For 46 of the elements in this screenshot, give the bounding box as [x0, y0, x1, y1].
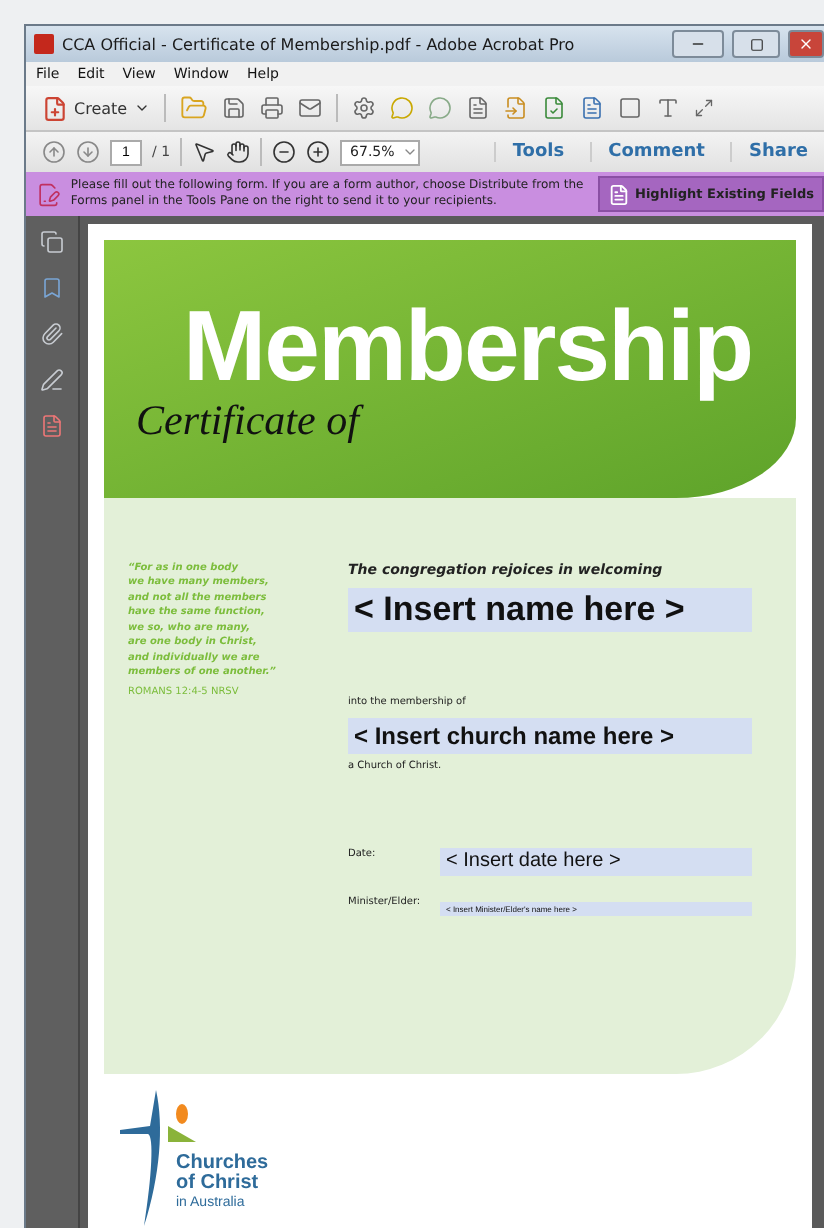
logo-text: Churches [176, 1153, 269, 1174]
next-page-icon[interactable] [76, 140, 100, 164]
mail-icon[interactable] [297, 96, 322, 120]
paperclip-icon[interactable] [40, 322, 64, 346]
maximize-icon [749, 37, 763, 51]
document-icon[interactable] [40, 414, 64, 438]
caret-icon [133, 100, 150, 116]
bookmark-icon[interactable] [40, 276, 64, 300]
speech-bubble-icon[interactable] [427, 96, 452, 120]
document-form-icon[interactable] [579, 96, 604, 120]
zoom-out-icon[interactable] [272, 140, 297, 164]
comment-icon[interactable] [389, 96, 414, 120]
document-plus-icon [42, 95, 68, 121]
logo-text: of Christ [176, 1174, 261, 1195]
maximize-button[interactable] [732, 30, 780, 58]
zoom-in-icon[interactable] [306, 140, 331, 164]
window-title: CCA Official - Certificate of Membership.pdf - Adobe Acrobat Pro [62, 35, 577, 53]
certificate-heading: Membership [182, 296, 752, 396]
caret-icon [402, 144, 419, 160]
signature-icon[interactable] [40, 368, 64, 392]
panel-tab[interactable]: Share [730, 142, 824, 162]
close-button[interactable] [788, 30, 824, 58]
create-button[interactable]: Create [42, 95, 150, 121]
church-field[interactable]: < Insert church name here > [348, 717, 752, 754]
certificate-subheading: Certificate of [136, 400, 359, 442]
settings-icon[interactable] [351, 96, 376, 120]
text-icon[interactable] [655, 96, 680, 120]
document-check-icon[interactable] [541, 96, 566, 120]
close-icon [798, 36, 814, 52]
document-arrow-icon[interactable] [503, 96, 528, 120]
expand-icon[interactable] [693, 98, 714, 118]
print-icon[interactable] [259, 96, 284, 120]
panel-tab[interactable]: Tools [494, 142, 581, 162]
name-field[interactable]: < Insert name here > [348, 587, 752, 632]
minimize-button[interactable] [672, 30, 724, 58]
panel-tab[interactable]: Comment [590, 142, 721, 162]
date-field[interactable]: < Insert date here > [440, 847, 752, 876]
select-icon[interactable] [192, 140, 217, 164]
form-icon [36, 181, 61, 207]
save-icon[interactable] [221, 96, 246, 120]
document-icon[interactable] [465, 96, 490, 120]
hand-icon[interactable] [226, 140, 251, 164]
field-icon[interactable] [617, 96, 642, 120]
pages-icon[interactable] [40, 230, 64, 254]
document-icon [607, 183, 629, 205]
previous-page-icon[interactable] [42, 140, 66, 164]
